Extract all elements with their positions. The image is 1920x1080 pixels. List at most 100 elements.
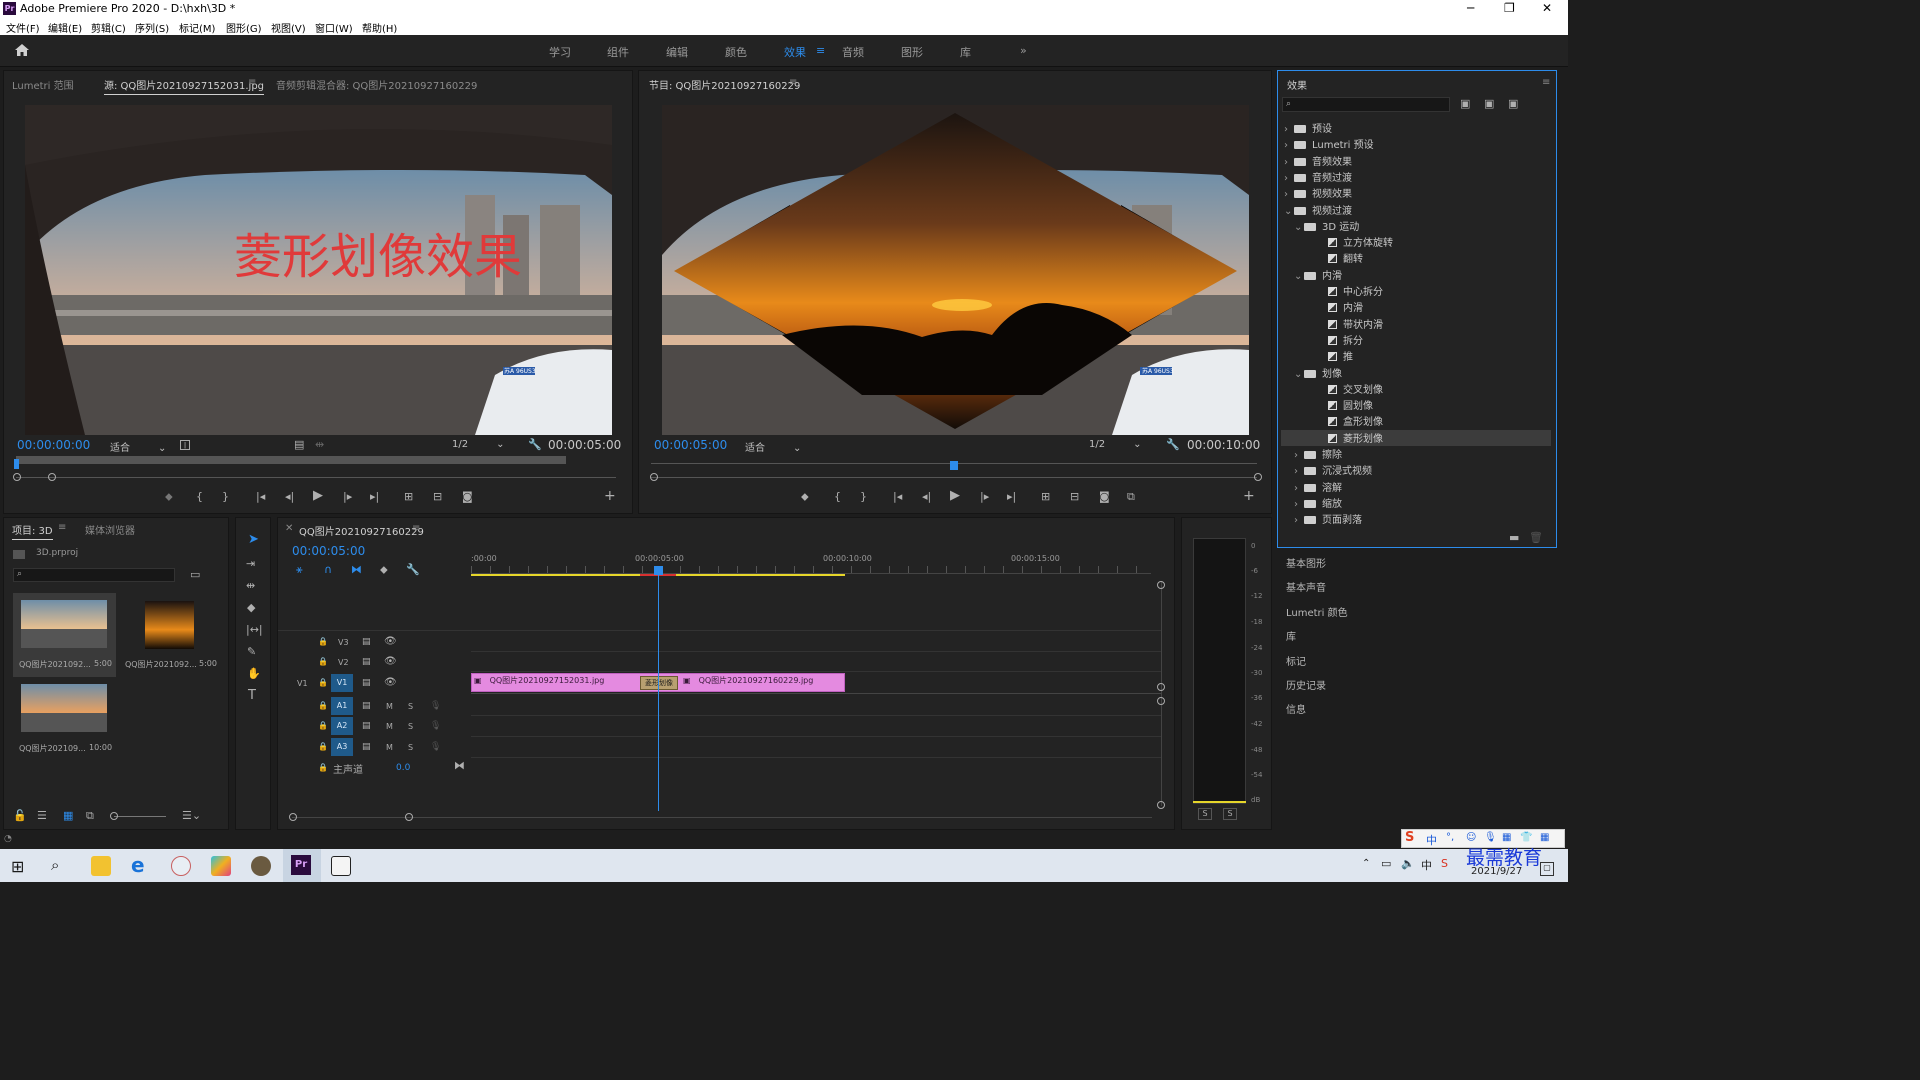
delete-trash-icon[interactable]: 🗑 — [1529, 532, 1543, 544]
pen-tool-icon[interactable]: ✎ — [247, 646, 256, 658]
effects-tree-item[interactable]: 交叉划像 — [1284, 381, 1383, 397]
workspace-color[interactable]: 颜色 — [725, 44, 747, 60]
audio-tracks-scroll-bottom[interactable] — [1157, 801, 1165, 809]
a2-lock-icon[interactable]: 🔒 — [318, 720, 328, 732]
video-tracks-scroll-top[interactable] — [1157, 581, 1165, 589]
master-go-to-end-icon[interactable]: ⧓ — [454, 760, 465, 772]
windows-start-icon[interactable]: ⊞ — [11, 857, 24, 876]
program-step-back-icon[interactable]: ◂| — [922, 491, 931, 503]
panel-info[interactable]: 信息 — [1286, 701, 1306, 716]
new-bin-folder-icon[interactable]: ▬ — [1509, 532, 1519, 544]
source-step-forward-icon[interactable]: |▸ — [343, 491, 352, 503]
chevron-right-icon[interactable]: › — [1294, 515, 1304, 526]
effects-tree-item[interactable]: 拆分 — [1284, 332, 1363, 348]
master-lock-icon[interactable]: 🔒 — [318, 762, 328, 774]
tab-media-browser[interactable]: 媒体浏览器 — [85, 522, 135, 537]
video-tracks-scroll-bottom[interactable] — [1157, 683, 1165, 691]
source-go-to-out-icon[interactable]: ▸| — [370, 491, 379, 503]
a1-sync-lock-icon[interactable]: ▤ — [362, 700, 371, 712]
home-icon[interactable] — [14, 43, 30, 57]
photos-app-icon[interactable] — [211, 856, 231, 876]
chevron-right-icon[interactable]: › — [1294, 483, 1304, 494]
effects-tree-item[interactable]: 立方体旋转 — [1284, 234, 1393, 250]
project-tab-menu-icon[interactable]: ≡ — [58, 522, 66, 533]
panel-markers[interactable]: 标记 — [1286, 653, 1306, 668]
source-add-button-icon[interactable]: + — [604, 489, 616, 503]
effects-tree-item[interactable]: › 溶解 — [1284, 479, 1342, 495]
effects-tree-item[interactable]: 内滑 — [1284, 299, 1363, 315]
meter-solo-right[interactable]: S — [1223, 808, 1237, 820]
lock-icon[interactable]: 🔓 — [13, 810, 27, 822]
tab-project[interactable]: 项目: 3D — [12, 522, 53, 540]
32bit-effects-icon[interactable]: ▣ — [1484, 98, 1494, 110]
a2-solo[interactable]: S — [408, 722, 413, 731]
program-add-button-icon[interactable]: + — [1243, 489, 1255, 503]
source-safe-margin-icon[interactable]: ǀ — [180, 440, 190, 450]
program-playhead[interactable] — [950, 461, 958, 470]
edge-browser-icon[interactable]: e — [131, 853, 145, 877]
workspace-editing[interactable]: 编辑 — [666, 44, 688, 60]
menu-clip[interactable]: 剪辑(C) — [91, 20, 126, 35]
maximize-icon[interactable]: ❐ — [1504, 1, 1515, 15]
effects-tree-item[interactable]: › 音频效果 — [1284, 153, 1352, 169]
program-compare-view-icon[interactable]: ⧉ — [1127, 491, 1135, 503]
effects-tree-item[interactable]: ⌄ 内滑 — [1284, 267, 1342, 283]
menu-edit[interactable]: 编辑(E) — [48, 20, 82, 35]
source-scrub-bar[interactable] — [16, 456, 566, 464]
program-add-marker-icon[interactable]: ⬥ — [801, 491, 809, 503]
browser-app-icon[interactable] — [251, 856, 271, 876]
menu-marker[interactable]: 标记(M) — [179, 20, 215, 35]
freeform-view-icon[interactable]: ⧉ — [86, 810, 94, 822]
source-add-marker-icon[interactable]: ⬥ — [165, 491, 173, 503]
chevron-right-icon[interactable]: › — [1294, 466, 1304, 477]
find-bin-icon[interactable]: ▭ — [190, 569, 200, 581]
linked-selection-icon[interactable]: ⧓ — [351, 564, 362, 576]
panel-essential-graphics[interactable]: 基本图形 — [1286, 555, 1326, 570]
source-clip-icon[interactable]: ▤ — [294, 439, 304, 451]
program-zoom-handle-right[interactable] — [1254, 473, 1262, 481]
program-play-icon[interactable]: ▶ — [950, 489, 960, 502]
program-mark-out-icon[interactable]: } — [860, 491, 867, 503]
source-overwrite-icon[interactable]: ⊟ — [433, 491, 442, 503]
clip-2[interactable]: ▣ QQ图片20210927160229.jpg — [683, 675, 813, 686]
ime-indicator[interactable]: 中 — [1421, 857, 1432, 873]
type-tool-icon[interactable]: T — [248, 689, 256, 702]
a1-mute[interactable]: M — [386, 702, 393, 711]
menu-file[interactable]: 文件(F) — [6, 20, 40, 35]
source-resolution-dropdown[interactable]: 1/2 — [452, 439, 504, 450]
source-timecode[interactable]: 00:00:00:00 — [17, 438, 90, 452]
slip-tool-icon[interactable]: |↔| — [246, 624, 263, 636]
thumbnail-zoom-slider[interactable] — [114, 816, 166, 817]
menu-view[interactable]: 视图(V) — [271, 20, 306, 35]
source-settings-wrench-icon[interactable]: 🔧 — [528, 439, 542, 451]
a3-solo[interactable]: S — [408, 743, 413, 752]
project-item-2[interactable]: QQ图片2021092... 5:00 — [121, 593, 224, 677]
ripple-edit-tool-icon[interactable]: ⇹ — [246, 580, 255, 592]
workspace-menu-icon[interactable]: ≡ — [816, 44, 825, 57]
paint-icon[interactable] — [171, 856, 191, 876]
panel-history[interactable]: 历史记录 — [1286, 677, 1326, 692]
v2-lock-icon[interactable]: 🔒 — [318, 656, 328, 668]
timeline-zoom-handle-right[interactable] — [405, 813, 413, 821]
effects-tree-item[interactable]: › 预设 — [1284, 120, 1332, 136]
sogou-tray-icon[interactable]: S — [1441, 857, 1448, 870]
program-step-forward-icon[interactable]: |▸ — [980, 491, 989, 503]
source-mark-out-icon[interactable]: } — [222, 491, 229, 503]
program-timecode[interactable]: 00:00:05:00 — [654, 438, 727, 452]
track-select-tool-icon[interactable]: ⇥ — [246, 558, 255, 570]
v1-sync-lock-icon[interactable]: ▤ — [362, 677, 371, 689]
accelerated-effects-icon[interactable]: ▣ — [1460, 98, 1470, 110]
workspace-libraries[interactable]: 库 — [960, 44, 971, 60]
program-export-frame-camera-icon[interactable]: ◙ — [1099, 491, 1110, 503]
tab-audio-clip-mixer[interactable]: 音频剪辑混合器: QQ图片20210927160229 — [276, 77, 477, 92]
menu-sequence[interactable]: 序列(S) — [135, 20, 169, 35]
effects-tree-item[interactable]: 推 — [1284, 348, 1353, 364]
effects-panel-menu-icon[interactable]: ≡ — [1542, 77, 1550, 88]
tab-source[interactable]: 源: QQ图片20210927152031.jpg — [104, 77, 265, 95]
effects-tree-item[interactable]: 中心拆分 — [1284, 283, 1383, 299]
chevron-right-icon[interactable]: › — [1284, 173, 1294, 184]
v1-lock-icon[interactable]: 🔒 — [318, 677, 328, 689]
v2-eye-icon[interactable]: 👁 — [384, 656, 397, 668]
timeline-settings-wrench-icon[interactable]: 🔧 — [406, 564, 420, 576]
a2-mic-icon[interactable]: 🎙 — [430, 720, 441, 732]
